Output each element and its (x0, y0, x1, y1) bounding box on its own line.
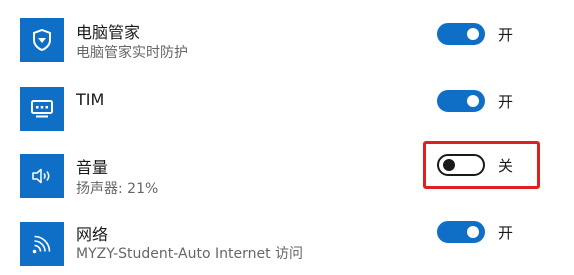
toggle-state-label: 开 (498, 224, 514, 242)
tim-toggle[interactable] (437, 90, 485, 112)
item-subtitle: 扬声器: 21% (76, 181, 159, 197)
toggle-state-label: 开 (498, 93, 514, 111)
toggle-knob (467, 226, 479, 238)
speaker-icon (20, 154, 64, 198)
network-toggle[interactable] (437, 221, 485, 243)
toggle-state-label: 开 (498, 26, 514, 44)
list-item-tim: TIM 开 (0, 70, 574, 140)
pc-manager-toggle[interactable] (437, 23, 485, 45)
chat-icon (20, 87, 64, 131)
item-title: 网络 (76, 225, 109, 244)
item-title: 电脑管家 (76, 23, 141, 42)
list-item-network: 网络 MYZY-Student-Auto Internet 访问 开 (0, 210, 574, 275)
item-title: TIM (76, 90, 105, 109)
toggle-knob (467, 95, 479, 107)
item-title: 音量 (76, 158, 109, 177)
shield-icon (20, 18, 64, 62)
list-item-pc-manager: 电脑管家 电脑管家实时防护 开 (0, 0, 574, 70)
item-subtitle: 电脑管家实时防护 (76, 45, 188, 61)
highlight-box (423, 141, 540, 189)
wifi-icon (20, 222, 64, 266)
toggle-knob (467, 28, 479, 40)
item-subtitle: MYZY-Student-Auto Internet 访问 (76, 246, 304, 262)
